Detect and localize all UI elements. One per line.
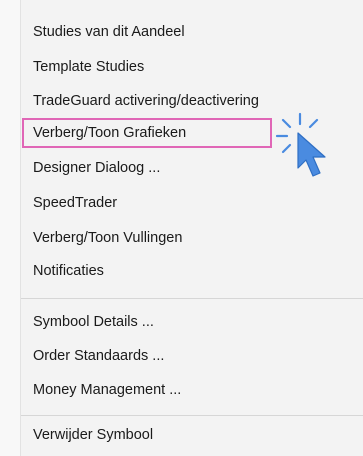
menu-item-order-standaards[interactable]: Order Standaards ... (33, 348, 164, 364)
mouse-pointer-icon (297, 132, 326, 177)
menu-item-template-studies[interactable]: Template Studies (33, 59, 144, 75)
menu-item-verberg-toon-vullingen[interactable]: Verberg/Toon Vullingen (33, 230, 182, 246)
menu-item-notificaties[interactable]: Notificaties (33, 263, 104, 279)
highlight-box (22, 118, 272, 148)
menu-item-verwijder-symbool[interactable]: Verwijder Symbool (33, 427, 153, 443)
menu-icon-gutter (0, 0, 20, 456)
menu-item-designer-dialoog[interactable]: Designer Dialoog ... (33, 160, 160, 176)
menu-item-tradeguard-toggle[interactable]: TradeGuard activering/deactivering (33, 93, 259, 109)
menu-separator (21, 415, 363, 416)
cursor-annotation (272, 110, 342, 190)
context-menu: Studies van dit Aandeel Template Studies… (0, 0, 363, 456)
menu-item-studies-van-dit-aandeel[interactable]: Studies van dit Aandeel (33, 24, 185, 40)
click-burst-icon (275, 112, 326, 177)
menu-item-money-management[interactable]: Money Management ... (33, 382, 181, 398)
gutter-divider (20, 0, 21, 456)
menu-item-symbool-details[interactable]: Symbool Details ... (33, 314, 154, 330)
menu-item-speedtrader[interactable]: SpeedTrader (33, 195, 117, 211)
menu-separator (21, 298, 363, 299)
